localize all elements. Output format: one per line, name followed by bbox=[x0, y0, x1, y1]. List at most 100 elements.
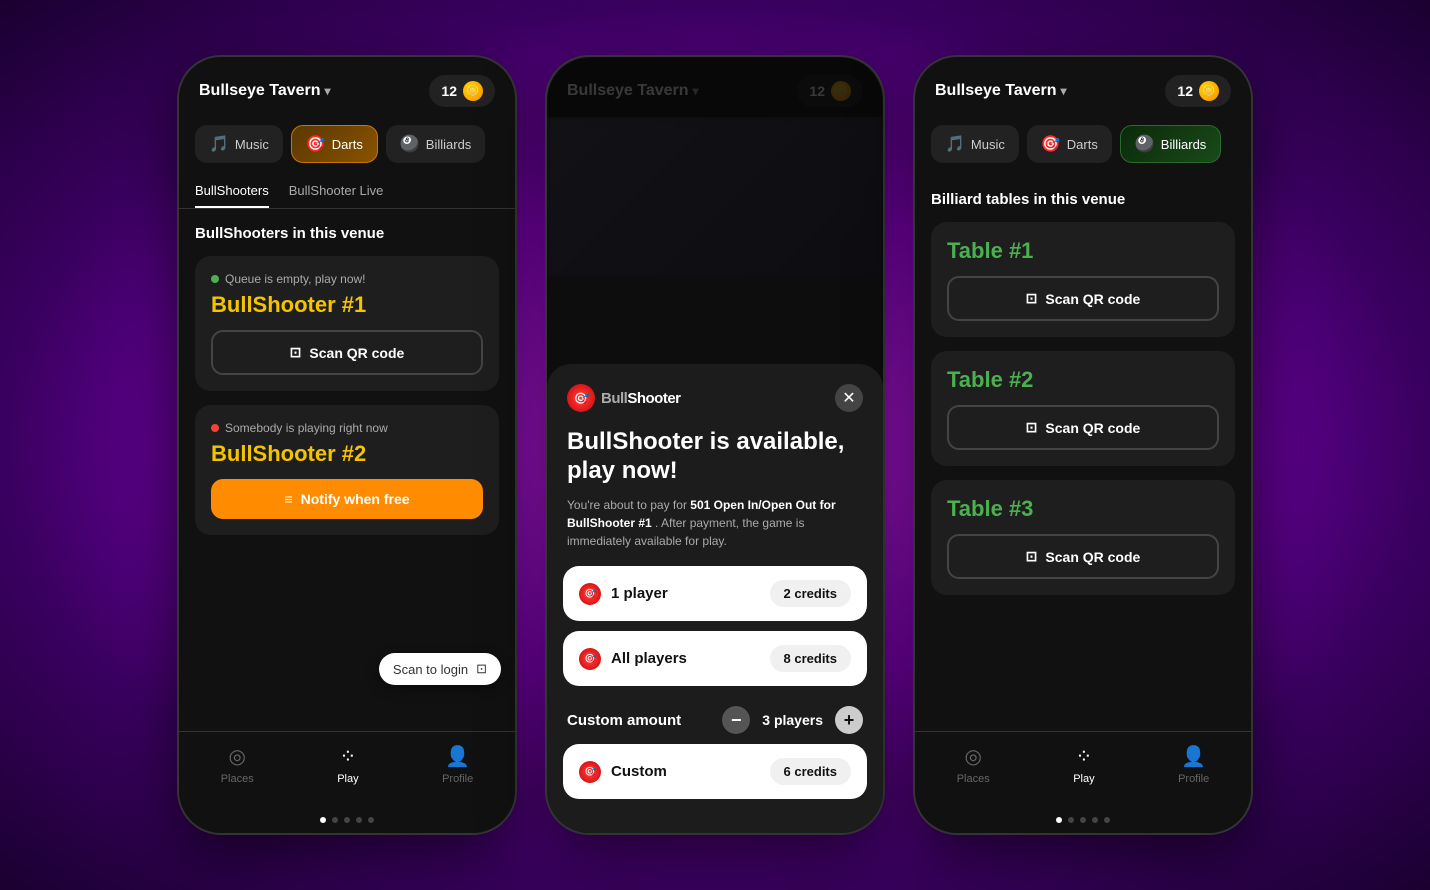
phone-2: Bullseye Tavern ▾ 12 🪙 ◎ Places ⁘ bbox=[545, 55, 885, 835]
phone-3: Bullseye Tavern ▾ 12 🪙 🎵 Music 🎯 Darts bbox=[913, 55, 1253, 835]
table-card-3: Table #3 ⊡ Scan QR code bbox=[931, 480, 1235, 595]
subtab-bullshooters[interactable]: BullShooters bbox=[195, 175, 269, 208]
nav-play-3[interactable]: ⁘ Play bbox=[1057, 740, 1110, 789]
desc-prefix: You're about to pay for bbox=[567, 498, 690, 512]
nav-places[interactable]: ◎ Places bbox=[205, 740, 270, 789]
credits-badge-3: 12 🪙 bbox=[1165, 75, 1231, 107]
tab-billiards-label: Billiards bbox=[426, 137, 472, 152]
scan-qr-label-t1: Scan QR code bbox=[1045, 291, 1140, 307]
phone-1: Bullseye Tavern ▾ 12 🪙 🎵 Music 🎯 Darts bbox=[177, 55, 517, 835]
billiards-icon-3: 🎱 bbox=[1135, 134, 1155, 154]
scan-qr-icon-t1: ⊡ bbox=[1026, 290, 1038, 307]
tab-billiards-label-3: Billiards bbox=[1161, 137, 1207, 152]
logo-dart-icon: 🎯 bbox=[567, 384, 595, 412]
nav-places-3[interactable]: ◎ Places bbox=[941, 740, 1006, 789]
scan-qr-button-1[interactable]: ⊡ Scan QR code bbox=[211, 330, 483, 375]
phone-1-screen: Bullseye Tavern ▾ 12 🪙 🎵 Music 🎯 Darts bbox=[179, 57, 515, 833]
scan-qr-button-t2[interactable]: ⊡ Scan QR code bbox=[947, 405, 1219, 450]
phone-3-header: Bullseye Tavern ▾ 12 🪙 bbox=[915, 57, 1251, 117]
one-player-left: 🎯 1 player bbox=[579, 583, 668, 605]
all-players-credits: 8 credits bbox=[770, 645, 851, 672]
nav-profile-3[interactable]: 👤 Profile bbox=[1162, 740, 1225, 789]
nav-play-label: Play bbox=[337, 773, 358, 785]
dot-3-4 bbox=[1092, 817, 1098, 823]
dot-1 bbox=[320, 817, 326, 823]
phone-1-venue[interactable]: Bullseye Tavern ▾ bbox=[199, 82, 331, 100]
phone-3-venue[interactable]: Bullseye Tavern ▾ bbox=[935, 82, 1067, 100]
close-modal-button[interactable]: ✕ bbox=[835, 384, 863, 412]
machine-2-status-text: Somebody is playing right now bbox=[225, 421, 388, 435]
dot-3-2 bbox=[1068, 817, 1074, 823]
notify-icon: ≡ bbox=[284, 491, 292, 507]
phone-3-content: Billiard tables in this venue Table #1 ⊡… bbox=[915, 175, 1251, 731]
bullshooter-logo: 🎯 BullShooter bbox=[567, 384, 681, 412]
venue-text: Bullseye Tavern bbox=[199, 82, 321, 100]
tab-darts[interactable]: 🎯 Darts bbox=[291, 125, 378, 163]
custom-option[interactable]: 🎯 Custom 6 credits bbox=[563, 744, 867, 799]
scan-qr-button-t1[interactable]: ⊡ Scan QR code bbox=[947, 276, 1219, 321]
dot-3 bbox=[344, 817, 350, 823]
tab-music-label-3: Music bbox=[971, 137, 1005, 152]
section-title: BullShooters in this venue bbox=[195, 225, 499, 242]
section-title-3: Billiard tables in this venue bbox=[931, 191, 1235, 208]
scan-qr-button-t3[interactable]: ⊡ Scan QR code bbox=[947, 534, 1219, 579]
music-icon: 🎵 bbox=[209, 134, 229, 154]
play-icon-3: ⁘ bbox=[1076, 744, 1093, 769]
all-players-option[interactable]: 🎯 All players 8 credits bbox=[563, 631, 867, 686]
nav-play-label-3: Play bbox=[1073, 773, 1094, 785]
category-tabs-3: 🎵 Music 🎯 Darts 🎱 Billiards bbox=[915, 117, 1251, 175]
tab-darts-3[interactable]: 🎯 Darts bbox=[1027, 125, 1112, 163]
decrease-players-button[interactable]: − bbox=[722, 706, 750, 734]
tab-music-3[interactable]: 🎵 Music bbox=[931, 125, 1019, 163]
player-count-label: 3 players bbox=[762, 712, 823, 728]
notify-label: Notify when free bbox=[301, 491, 410, 507]
custom-left: 🎯 Custom bbox=[579, 761, 667, 783]
custom-amount-row: Custom amount − 3 players + bbox=[547, 696, 883, 744]
billiards-icon: 🎱 bbox=[400, 134, 420, 154]
credits-amount: 12 bbox=[441, 83, 457, 99]
machine-1-status: Queue is empty, play now! bbox=[211, 272, 483, 286]
machine-1-name: BullShooter #1 bbox=[211, 292, 483, 318]
table-card-1: Table #1 ⊡ Scan QR code bbox=[931, 222, 1235, 337]
coin-icon: 🪙 bbox=[463, 81, 483, 101]
nav-play[interactable]: ⁘ Play bbox=[321, 740, 374, 789]
one-player-label: 1 player bbox=[611, 585, 668, 602]
nav-places-label-3: Places bbox=[957, 773, 990, 785]
nav-places-label: Places bbox=[221, 773, 254, 785]
profile-icon: 👤 bbox=[445, 744, 470, 769]
machine-2-status: Somebody is playing right now bbox=[211, 421, 483, 435]
tab-billiards-3[interactable]: 🎱 Billiards bbox=[1120, 125, 1221, 163]
tab-music-label: Music bbox=[235, 137, 269, 152]
dot-3-3 bbox=[1080, 817, 1086, 823]
scan-qr-icon: ⊡ bbox=[290, 344, 302, 361]
tab-billiards[interactable]: 🎱 Billiards bbox=[386, 125, 485, 163]
tab-darts-label-3: Darts bbox=[1067, 137, 1098, 152]
scan-to-login-tooltip: Scan to login ⊡ bbox=[379, 653, 501, 685]
one-player-option[interactable]: 🎯 1 player 2 credits bbox=[563, 566, 867, 621]
machine-2-name: BullShooter #2 bbox=[211, 441, 483, 467]
tab-music[interactable]: 🎵 Music bbox=[195, 125, 283, 163]
dart-icon-1player: 🎯 bbox=[579, 583, 601, 605]
darts-icon-3: 🎯 bbox=[1041, 134, 1061, 154]
music-icon-3: 🎵 bbox=[945, 134, 965, 154]
increase-players-button[interactable]: + bbox=[835, 706, 863, 734]
subtab-live[interactable]: BullShooter Live bbox=[289, 175, 384, 208]
tooltip-text: Scan to login bbox=[393, 662, 468, 677]
dart-icon-custom: 🎯 bbox=[579, 761, 601, 783]
modal-title: BullShooter is available, play now! bbox=[547, 428, 883, 496]
machine-card-1: Queue is empty, play now! BullShooter #1… bbox=[195, 256, 499, 391]
places-icon: ◎ bbox=[229, 744, 246, 769]
machine-1-status-text: Queue is empty, play now! bbox=[225, 272, 366, 286]
dot-4 bbox=[356, 817, 362, 823]
notify-button[interactable]: ≡ Notify when free bbox=[211, 479, 483, 519]
nav-profile[interactable]: 👤 Profile bbox=[426, 740, 489, 789]
table-1-name: Table #1 bbox=[947, 238, 1219, 264]
category-tabs: 🎵 Music 🎯 Darts 🎱 Billiards bbox=[179, 117, 515, 175]
page-dots-3 bbox=[915, 809, 1251, 833]
logo-text: BullShooter bbox=[601, 390, 681, 407]
all-players-left: 🎯 All players bbox=[579, 648, 687, 670]
profile-icon-3: 👤 bbox=[1181, 744, 1206, 769]
table-card-2: Table #2 ⊡ Scan QR code bbox=[931, 351, 1235, 466]
scan-qr-label-t2: Scan QR code bbox=[1045, 420, 1140, 436]
dot-3-5 bbox=[1104, 817, 1110, 823]
